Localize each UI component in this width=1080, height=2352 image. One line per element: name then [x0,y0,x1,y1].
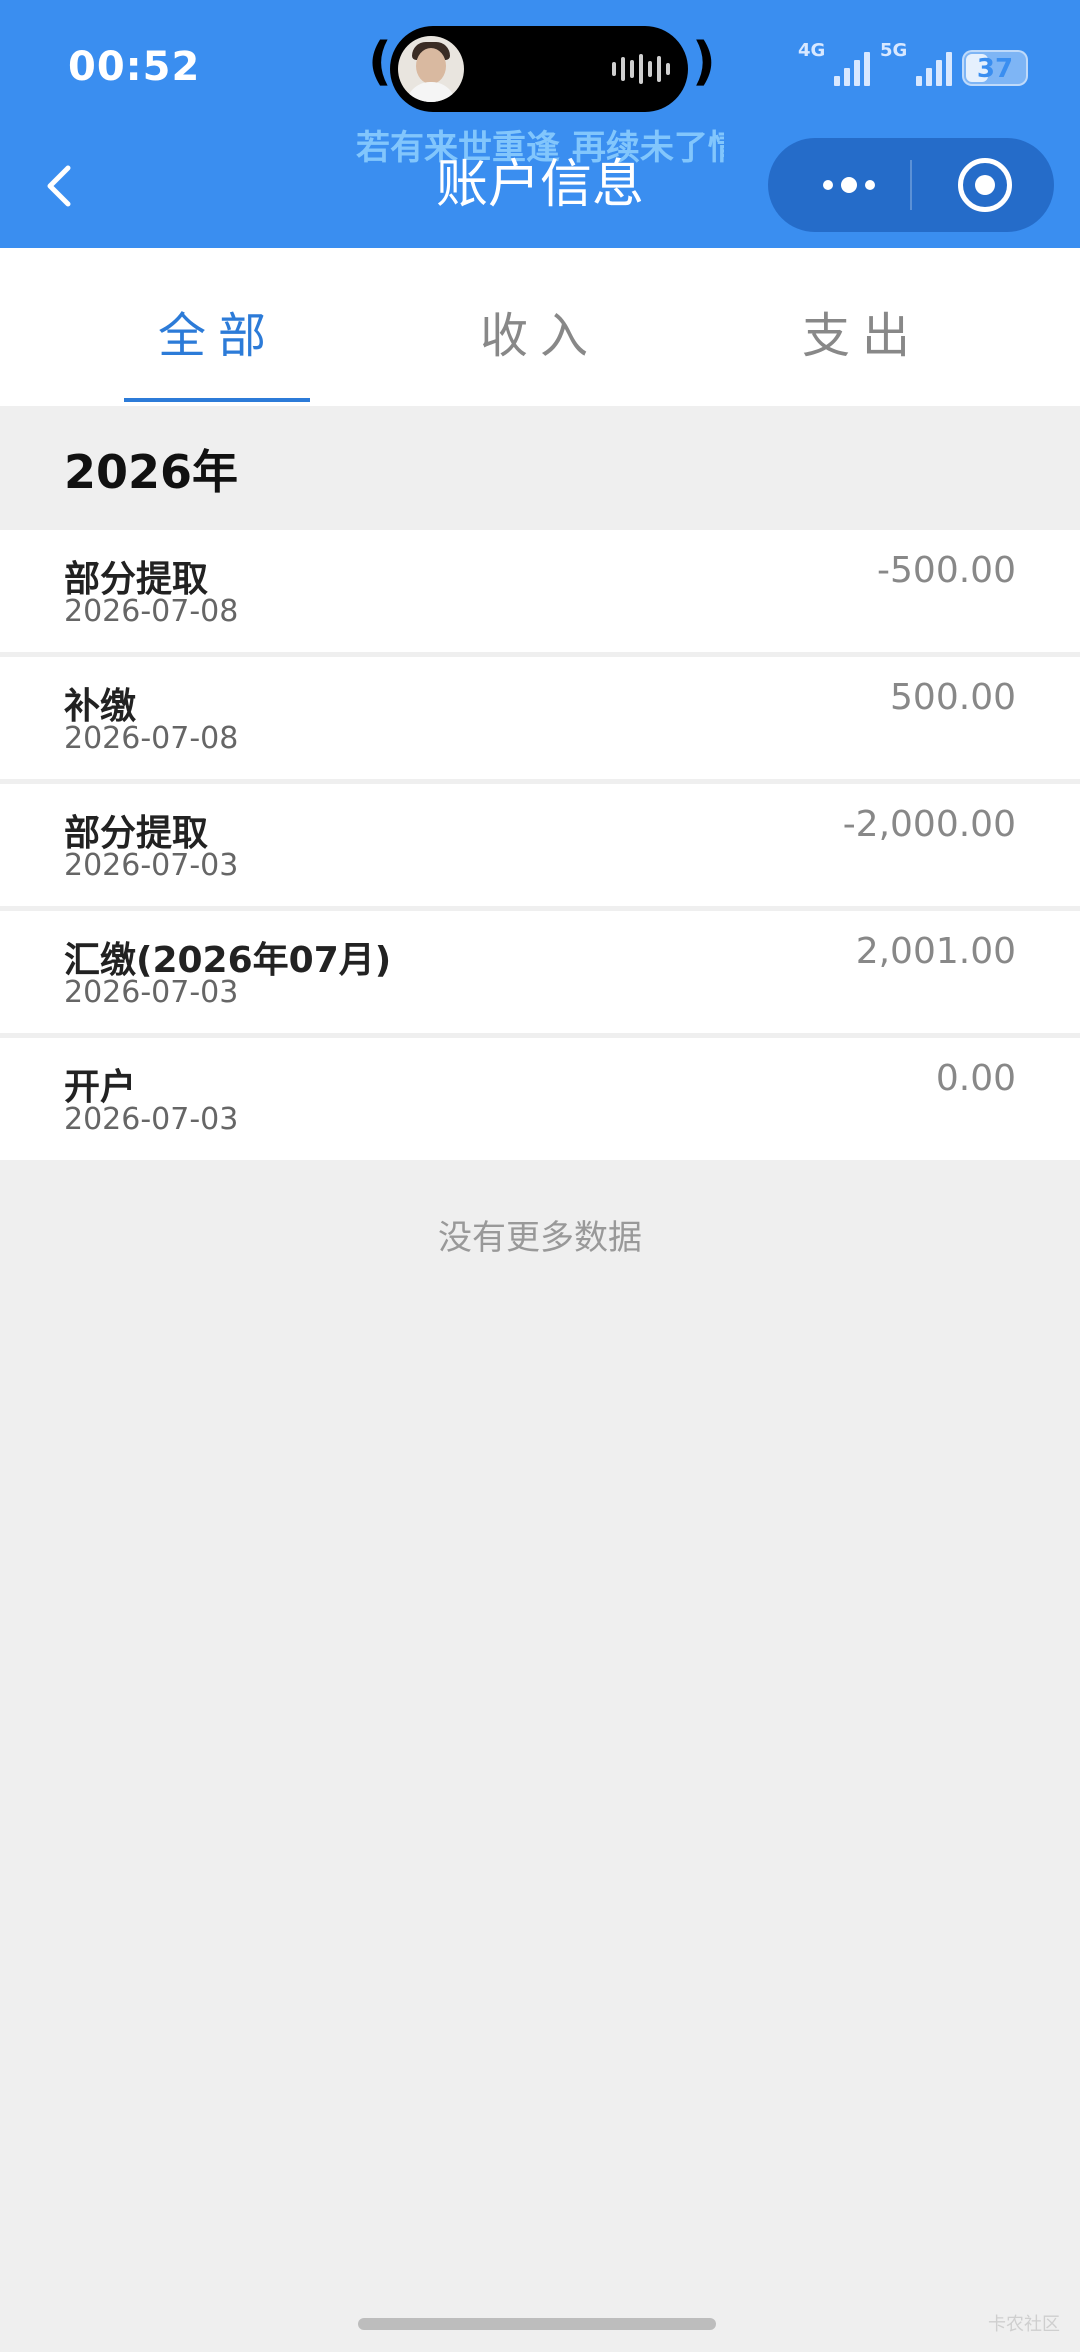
list-item[interactable]: 汇缴(2026年07月) 2026-07-03 2,001.00 [0,911,1080,1033]
signal-5g-icon: 5G [880,40,952,86]
record-date: 2026-07-08 [64,721,239,756]
year-section-header: 2026年 [0,406,1080,530]
record-date: 2026-07-03 [64,1102,239,1137]
dynamic-island-media[interactable] [390,26,688,112]
capsule-divider [910,160,912,210]
close-miniprogram-button[interactable] [958,158,1012,212]
home-indicator[interactable] [358,2318,716,2330]
record-date: 2026-07-03 [64,848,239,883]
status-time: 00:52 [68,44,201,90]
watermark: 卡农社区 [988,2314,1060,2335]
audio-wave-icon [612,54,670,84]
battery-icon: 37 [962,50,1028,86]
island-left-bracket: ( [368,32,392,92]
year-label: 2026年 [64,445,239,499]
more-button[interactable] [810,138,888,232]
tab-expense[interactable]: 支出 [762,296,962,406]
miniprogram-capsule [768,138,1054,232]
tab-income[interactable]: 收入 [440,296,640,406]
transaction-list: 部分提取 2026-07-08 -500.00 补缴 2026-07-08 50… [0,530,1080,1165]
tab-all[interactable]: 全部 [118,296,318,406]
battery-level: 37 [976,54,1014,84]
record-date: 2026-07-03 [64,975,239,1010]
record-amount: 500.00 [890,677,1016,718]
list-item[interactable]: 开户 2026-07-03 0.00 [0,1038,1080,1160]
list-item[interactable]: 部分提取 2026-07-08 -500.00 [0,530,1080,652]
filter-tabs: 全部 收入 支出 [0,248,1080,406]
record-amount: -2,000.00 [842,804,1016,845]
signal-4g-icon: 4G [798,40,870,86]
island-right-bracket: ) [692,32,716,92]
list-item[interactable]: 部分提取 2026-07-03 -2,000.00 [0,784,1080,906]
record-amount: 2,001.00 [855,931,1016,972]
list-item[interactable]: 补缴 2026-07-08 500.00 [0,657,1080,779]
record-date: 2026-07-08 [64,594,239,629]
record-amount: -500.00 [877,550,1016,591]
active-tab-indicator [124,398,310,402]
record-amount: 0.00 [935,1058,1016,1099]
album-cover-avatar [398,36,464,102]
app-header: 00:52 ( ) 4G 5G 37 若有来世重逢 再续未了情 账户信息 [0,0,1080,248]
status-indicators: 4G 5G 37 [798,40,1028,86]
no-more-data-text: 没有更多数据 [438,1218,642,1258]
